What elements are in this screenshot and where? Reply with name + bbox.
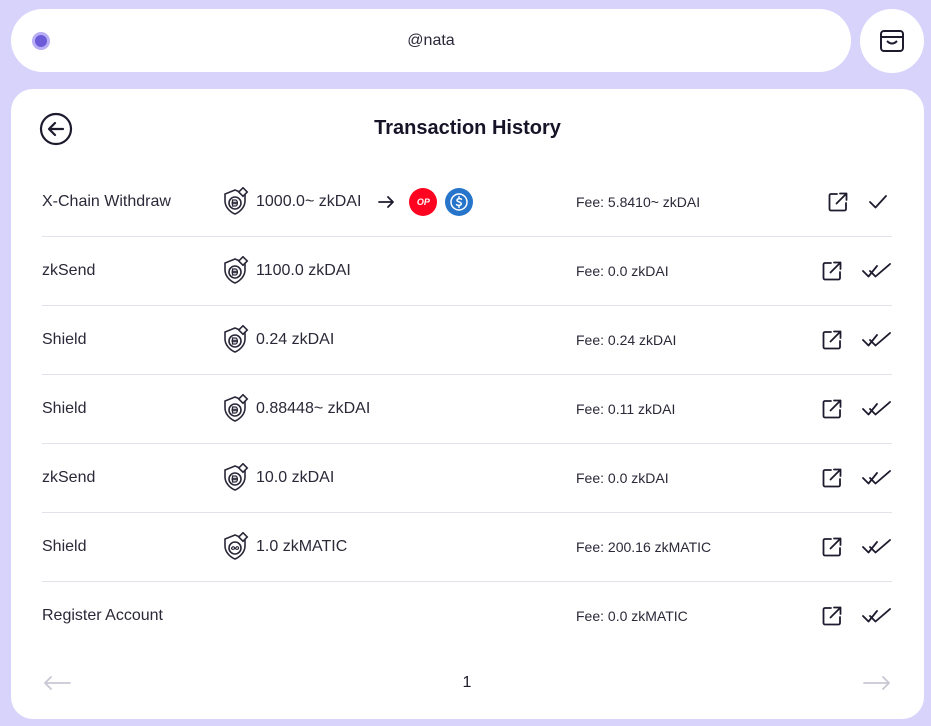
transaction-type: Shield (42, 331, 87, 348)
transaction-row: Shield 0.24 zkDAI Fee: 0.24 zkDAI (42, 306, 892, 375)
double-check-icon (862, 608, 891, 623)
transaction-amount: 10.0 zkDAI (220, 444, 334, 512)
transaction-row: Register Account Fee: 0.0 zkMATIC (42, 582, 892, 650)
view-transaction-button[interactable] (820, 328, 862, 352)
transaction-row: zkSend 1100.0 zkDAI Fee: 0.0 zkDAI (42, 237, 892, 306)
double-check-icon (862, 263, 891, 278)
double-check-icon (862, 332, 891, 347)
row-actions (820, 444, 892, 512)
username-label: @nata (407, 31, 455, 49)
shielded-dai-icon (224, 394, 249, 422)
external-link-icon (828, 192, 848, 212)
view-transaction-button[interactable] (820, 397, 862, 421)
view-transaction-button[interactable] (820, 535, 862, 559)
view-transaction-button[interactable] (826, 190, 868, 214)
transaction-row: X-Chain Withdraw 1000.0~ zkDAI OP Fee: 5… (42, 168, 892, 237)
row-actions (826, 168, 892, 236)
transaction-amount: 0.24 zkDAI (220, 306, 334, 374)
row-actions (820, 375, 892, 443)
transaction-amount: 0.88448~ zkDAI (220, 375, 370, 443)
optimism-chain-icon: OP (409, 188, 438, 216)
shielded-dai-icon (224, 256, 249, 284)
row-actions (820, 237, 892, 305)
double-check-icon (862, 401, 891, 416)
double-check-icon (862, 539, 891, 554)
row-actions (820, 306, 892, 374)
transaction-fee: Fee: 0.0 zkDAI (576, 263, 669, 279)
transaction-amount: 1.0 zkMATIC (220, 513, 347, 581)
account-bar: @nata (11, 9, 851, 72)
usdc-icon (445, 188, 474, 216)
amount-text: 0.24 zkDAI (256, 331, 335, 348)
transaction-row: Shield 0.88448~ zkDAI Fee: 0.11 zkDAI (42, 375, 892, 444)
row-actions (820, 513, 892, 581)
amount-text: 1000.0~ zkDAI (256, 193, 362, 210)
double-check-icon (862, 470, 891, 485)
transaction-fee: Fee: 0.11 zkDAI (576, 401, 676, 417)
view-transaction-button[interactable] (820, 259, 862, 283)
shielded-dai-icon (224, 187, 249, 215)
amount-text: 0.88448~ zkDAI (256, 400, 371, 417)
row-actions (820, 582, 892, 650)
next-page-button[interactable] (862, 671, 892, 700)
transaction-amount: 1000.0~ zkDAI OP (220, 168, 474, 236)
shielded-dai-icon (224, 463, 249, 491)
transaction-row: zkSend 10.0 zkDAI Fee: 0.0 zkDAI (42, 444, 892, 513)
transaction-history-card: Transaction History X-Chain Withdraw 100… (11, 89, 924, 719)
transaction-type: zkSend (42, 469, 96, 486)
view-transaction-button[interactable] (820, 466, 862, 490)
shielded-dai-icon (224, 325, 249, 353)
shielded-matic-icon (224, 532, 249, 560)
transaction-amount: 1100.0 zkDAI (220, 237, 351, 305)
external-link-icon (822, 261, 842, 281)
transaction-fee: Fee: 5.8410~ zkDAI (576, 194, 701, 210)
check-icon (869, 195, 887, 209)
wallet-icon (880, 30, 904, 52)
wallet-button[interactable] (860, 9, 924, 73)
external-link-icon (822, 468, 842, 488)
transaction-fee: Fee: 0.0 zkMATIC (576, 608, 688, 624)
pagination: 1 (42, 671, 892, 695)
amount-text: 1100.0 zkDAI (256, 262, 351, 279)
arrow-right-icon (378, 196, 395, 208)
amount-text: 1.0 zkMATIC (256, 538, 348, 555)
status-dot-icon (32, 32, 50, 50)
external-link-icon (822, 330, 842, 350)
transaction-type: X-Chain Withdraw (42, 193, 171, 210)
external-link-icon (822, 537, 842, 557)
arrow-right-icon (863, 676, 890, 690)
transaction-list: X-Chain Withdraw 1000.0~ zkDAI OP Fee: 5… (42, 168, 892, 650)
transaction-type: zkSend (42, 262, 96, 279)
external-link-icon (822, 606, 842, 626)
page-title: Transaction History (374, 117, 561, 139)
transaction-fee: Fee: 0.24 zkDAI (576, 332, 677, 348)
amount-text: 10.0 zkDAI (256, 469, 335, 486)
transaction-type: Shield (42, 538, 87, 555)
external-link-icon (822, 399, 842, 419)
view-transaction-button[interactable] (820, 604, 862, 628)
transaction-row: Shield 1.0 zkMATIC Fee: 200.16 zkMATIC (42, 513, 892, 582)
current-page-number: 1 (462, 674, 472, 691)
transaction-fee: Fee: 0.0 zkDAI (576, 470, 669, 486)
transaction-type: Register Account (42, 607, 163, 624)
transaction-type: Shield (42, 400, 87, 417)
transaction-fee: Fee: 200.16 zkMATIC (576, 539, 712, 555)
